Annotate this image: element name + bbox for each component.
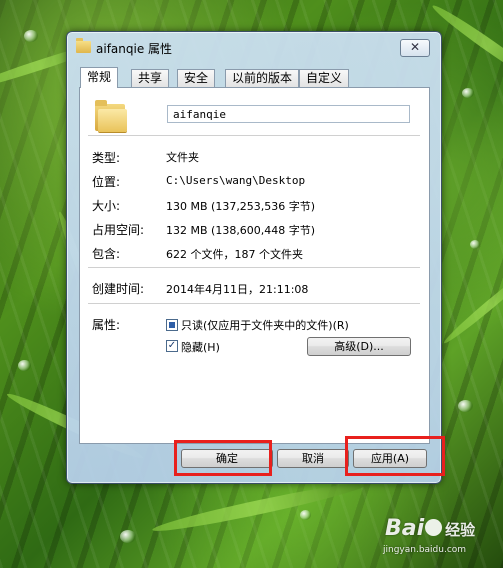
cancel-button[interactable]: 取消 [277,449,349,468]
baidu-watermark: Bai 经验 [385,516,475,541]
separator [88,267,420,269]
contains-value: 622 个文件，187 个文件夹 [166,248,303,261]
hidden-checkbox[interactable]: ✓ [166,340,178,352]
tab-security[interactable]: 安全 [177,69,216,87]
separator [88,135,420,137]
grass-blade [150,477,370,537]
properties-dialog: aifanqie 属性 ✕ 常规 共享 安全 以前的版本 自定义 aifanqi… [66,31,442,484]
ok-highlight-box [174,440,272,476]
tab-sharing[interactable]: 共享 [131,69,170,87]
type-label: 类型: [92,151,121,165]
hidden-label[interactable]: 隐藏(H) [181,339,220,355]
folder-icon [95,100,127,132]
location-label: 位置: [92,175,121,189]
water-droplet [470,240,480,249]
created-label: 创建时间: [92,282,145,296]
type-value: 文件夹 [166,151,199,164]
water-droplet [18,360,31,371]
title-bar[interactable]: aifanqie 属性 ✕ [67,32,441,62]
water-droplet [24,30,38,42]
size-label: 大小: [92,199,121,213]
created-value: 2014年4月11日，21:11:08 [166,283,309,296]
contains-label: 包含: [92,247,121,261]
apply-highlight-box [345,436,445,476]
location-value: C:\Users\wang\Desktop [166,174,306,187]
attributes-label: 属性: [92,318,121,332]
separator [88,303,420,305]
watermark-url: jingyan.baidu.com [383,545,467,555]
close-button[interactable]: ✕ [400,39,430,57]
tab-previous-versions[interactable]: 以前的版本 [225,69,300,87]
tab-general[interactable]: 常规 [80,67,119,88]
general-panel: aifanqie 类型: 文件夹 位置: C:\Users\wang\Deskt… [79,87,430,444]
readonly-checkbox[interactable] [166,319,178,331]
size-value: 130 MB (137,253,536 字节) [166,200,316,213]
size-on-disk-value: 132 MB (138,600,448 字节) [166,224,316,237]
tab-customize[interactable]: 自定义 [299,69,350,87]
folder-name-input[interactable]: aifanqie [167,105,410,123]
water-droplet [300,510,311,520]
folder-icon [76,38,91,53]
advanced-button[interactable]: 高级(D)... [307,337,411,356]
water-droplet [120,530,136,543]
size-on-disk-label: 占用空间: [92,223,145,237]
readonly-label[interactable]: 只读(仅应用于文件夹中的文件)(R) [181,317,349,333]
paw-icon [425,519,443,536]
window-title: aifanqie 属性 [96,42,173,56]
watermark-suffix: 经验 [445,521,476,539]
water-droplet [462,88,474,98]
grass-blade [441,262,503,347]
water-droplet [458,400,473,412]
watermark-brand: Bai [385,516,425,541]
